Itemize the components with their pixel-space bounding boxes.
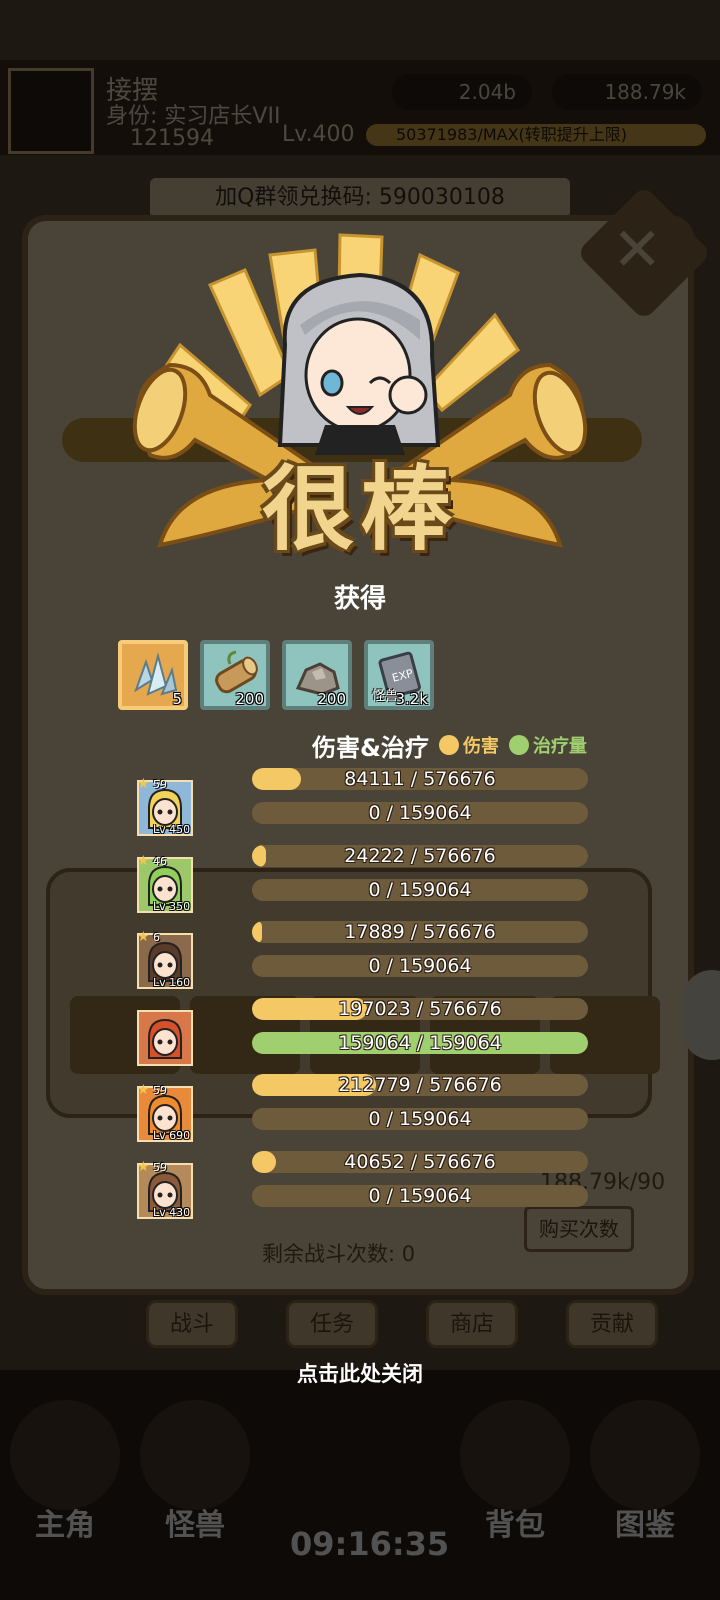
- damage-bar: 84111 / 576676: [252, 768, 588, 790]
- damage-bar: 212779 / 576676: [252, 1074, 588, 1096]
- obtain-label: 获得: [333, 584, 386, 614]
- hero-portrait[interactable]: ★ 6 Lv 160: [137, 929, 193, 989]
- damage-value: 197023 / 576676: [338, 998, 502, 1020]
- hero-level: Lv 350: [153, 900, 191, 913]
- damage-value: 17889 / 576676: [344, 921, 496, 943]
- reward-item-crystal[interactable]: 5: [118, 640, 188, 710]
- battle-result-overlay[interactable]: 很棒 获得 5 200 200 EXP 怪兽 3.2k 伤害&治疗 伤害 治疗量…: [0, 0, 720, 1600]
- mascot-girl-icon: [277, 272, 441, 455]
- heal-value: 0 / 159064: [368, 802, 472, 824]
- damage-bar: 24222 / 576676: [252, 845, 588, 867]
- reward-count: 3.2k: [395, 690, 428, 708]
- hero-star-count: 59: [153, 1084, 167, 1097]
- heal-legend-dot: [508, 735, 529, 755]
- hero-level: Lv 450: [153, 823, 191, 836]
- star-icon: ★: [137, 853, 150, 869]
- damage-heal-legend: 伤害&治疗 伤害 治疗量: [312, 730, 597, 762]
- heal-value: 0 / 159064: [368, 1108, 472, 1130]
- damage-value: 24222 / 576676: [344, 845, 496, 867]
- reward-item-monster-exp[interactable]: EXP 怪兽 3.2k: [364, 640, 434, 710]
- damage-value: 40652 / 576676: [344, 1151, 496, 1173]
- reward-item-stone[interactable]: 200: [282, 640, 352, 710]
- heal-bar: 159064 / 159064: [252, 1032, 588, 1054]
- hero-portrait[interactable]: ★ 59 Lv 430: [137, 1159, 193, 1219]
- hero-star-count: 46: [153, 855, 167, 868]
- legend-title: 伤害&治疗: [312, 733, 429, 762]
- star-icon: ★: [137, 1082, 150, 1098]
- damage-value: 212779 / 576676: [338, 1074, 502, 1096]
- tap-to-close-hint[interactable]: 点击此处关闭: [0, 1358, 720, 1388]
- star-icon: ★: [137, 1159, 150, 1175]
- reward-tag: 怪兽: [372, 689, 399, 704]
- hero-portrait[interactable]: ★ 59 Lv 450: [137, 776, 193, 836]
- star-icon: ★: [137, 929, 150, 945]
- great-title: 很棒: [261, 455, 458, 563]
- damage-legend-label: 伤害: [462, 736, 499, 757]
- heal-bar: 0 / 159064: [252, 1185, 588, 1207]
- heal-bar: 0 / 159064: [252, 879, 588, 901]
- heal-legend-label: 治疗量: [532, 736, 587, 757]
- hero-level: Lv 430: [153, 1206, 191, 1219]
- damage-legend-dot: [438, 735, 459, 755]
- damage-bar: 40652 / 576676: [252, 1151, 588, 1173]
- hero-star-count: 59: [153, 778, 167, 791]
- damage-bar: 17889 / 576676: [252, 921, 588, 943]
- heal-bar: 0 / 159064: [252, 1108, 588, 1130]
- star-icon: ★: [137, 776, 150, 792]
- hero-star-count: 59: [153, 1161, 167, 1174]
- reward-item-wood[interactable]: 200: [200, 640, 270, 710]
- hero-star-count: 6: [153, 931, 160, 944]
- heal-value: 0 / 159064: [368, 879, 472, 901]
- reward-count: 200: [317, 690, 346, 708]
- heal-value: 0 / 159064: [368, 1185, 472, 1207]
- heal-bar: 0 / 159064: [252, 802, 588, 824]
- hero-portrait[interactable]: ★ 46 Lv 350: [137, 853, 193, 913]
- hero-portrait[interactable]: [137, 1010, 193, 1066]
- reward-count: 200: [235, 690, 264, 708]
- damage-bar: 197023 / 576676: [252, 998, 588, 1020]
- heal-value: 159064 / 159064: [338, 1032, 502, 1054]
- damage-value: 84111 / 576676: [344, 768, 496, 790]
- reward-count: 5: [172, 690, 182, 708]
- hero-level: Lv 160: [153, 976, 191, 989]
- heal-value: 0 / 159064: [368, 955, 472, 977]
- great-banner: 很棒: [120, 225, 600, 575]
- heal-bar: 0 / 159064: [252, 955, 588, 977]
- hero-portrait[interactable]: ★ 59 Lv 690: [137, 1082, 193, 1142]
- redhead-healer-portrait-icon: [148, 1018, 182, 1059]
- hero-level: Lv 690: [153, 1129, 191, 1142]
